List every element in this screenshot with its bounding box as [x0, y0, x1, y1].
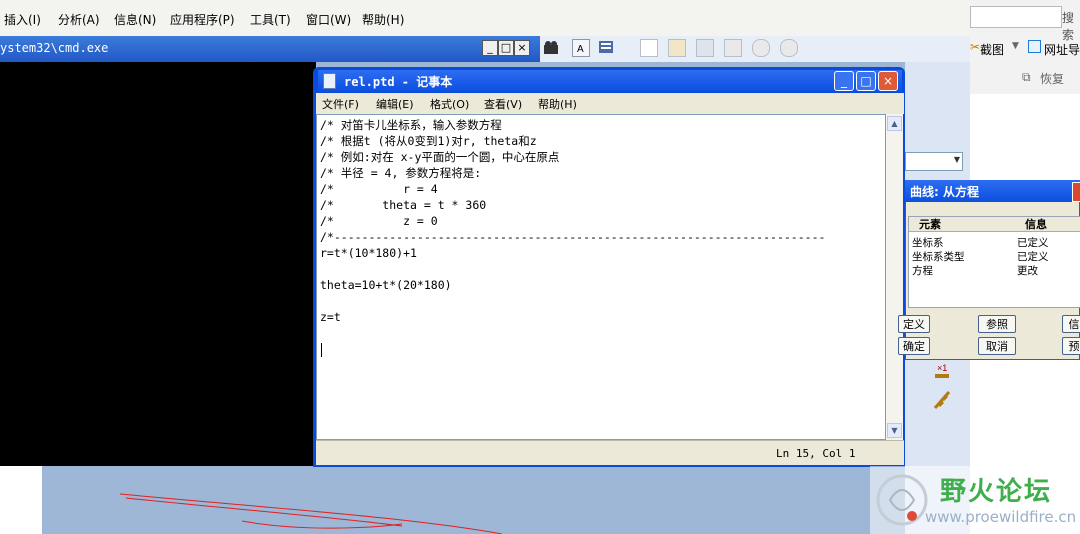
new-file-icon[interactable] — [640, 39, 658, 57]
text-line: /*--------------------------------------… — [320, 230, 826, 244]
ok-button[interactable]: 确定 — [898, 337, 930, 355]
text-line: z=t — [320, 310, 341, 324]
browser-search-label[interactable]: 搜索 — [1062, 9, 1080, 43]
forum-watermark: 野火论坛 www.proewildfire.cn — [870, 466, 1080, 534]
cursor-position: Ln 15, Col 1 — [776, 447, 856, 460]
notepad-statusbar: Ln 15, Col 1 — [316, 440, 904, 465]
text-line: theta=10+t*(20*180) — [320, 278, 452, 292]
row-info-2: 已定义 — [1017, 251, 1049, 263]
maximize-button[interactable]: □ — [856, 71, 876, 91]
text-line: /* theta = t * 360 — [320, 198, 487, 212]
row-info-3: 更改 — [1017, 265, 1038, 277]
proe-toolbar: A — [540, 36, 970, 62]
curve-preview — [119, 493, 503, 534]
notepad-text-area[interactable]: /* 对笛卡儿坐标系，输入参数方程 /* 根据t (将从0变到1)对r, thet… — [316, 114, 886, 440]
notepad-menubar: 文件(F) 编辑(E) 格式(O) 查看(V) 帮助(H) — [316, 93, 904, 114]
text-line: /* 例如:对在 x-y平面的一个圆，中心在原点 — [320, 150, 560, 164]
menu-help[interactable]: 帮助(H) — [362, 11, 404, 28]
cancel-button[interactable]: 取消 — [978, 337, 1016, 355]
svg-text:×1: ×1 — [937, 363, 947, 373]
text-line: /* z = 0 — [320, 214, 438, 228]
notepad-content[interactable]: /* 对笛卡儿坐标系，输入参数方程 /* 根据t (将从0变到1)对r, thet… — [317, 115, 885, 357]
element-table: 元素 信息 坐标系 已定义 坐标系类型 已定义 方程 更改 — [908, 216, 1080, 308]
forum-url: www.proewildfire.cn — [925, 508, 1077, 526]
text-line: /* r = 4 — [320, 182, 438, 196]
dialog-titlebar[interactable]: 曲线: 从方程 — [905, 180, 1080, 202]
chevron-down-icon[interactable]: ▼ — [1012, 41, 1019, 51]
menu-edit[interactable]: 编辑(E) — [376, 96, 414, 112]
row-element-2[interactable]: 坐标系类型 — [912, 249, 965, 264]
dialog-close-button[interactable] — [1072, 182, 1080, 202]
cmd-console[interactable] — [0, 62, 316, 466]
menu-file[interactable]: 文件(F) — [322, 96, 359, 112]
annotation-icon[interactable]: A — [572, 39, 590, 57]
restore-button[interactable]: 恢复 — [1040, 70, 1064, 87]
text-line — [320, 261, 885, 277]
menu-help[interactable]: 帮助(H) — [538, 96, 577, 112]
camera-icon[interactable] — [542, 39, 560, 57]
email-icon[interactable] — [752, 39, 770, 57]
row-info-1: 已定义 — [1017, 237, 1049, 249]
define-button[interactable]: 定义 — [898, 315, 930, 333]
open-folder-icon[interactable] — [668, 39, 686, 57]
menu-tools[interactable]: 工具(T) — [250, 11, 291, 28]
text-caret — [321, 343, 322, 357]
notepad-titlebar[interactable]: rel.ptd - 记事本 _ □ × — [318, 70, 902, 92]
scroll-down-arrow[interactable]: ▼ — [887, 423, 902, 438]
menu-applications[interactable]: 应用程序(P) — [170, 11, 235, 28]
reference-button[interactable]: 参照 — [978, 315, 1016, 333]
close-button[interactable]: × — [878, 71, 898, 91]
display-settings-icon[interactable] — [598, 39, 616, 57]
dialog-title: 曲线: 从方程 — [910, 185, 979, 199]
url-nav-button[interactable]: 网址导 — [1044, 41, 1080, 58]
minimize-button[interactable]: _ — [834, 71, 854, 91]
vertical-scrollbar[interactable]: ▲ ▼ — [886, 114, 903, 440]
menu-analysis[interactable]: 分析(A) — [58, 11, 100, 28]
notepad-icon — [323, 73, 336, 89]
scroll-up-arrow[interactable]: ▲ — [887, 116, 902, 131]
screenshot-button[interactable]: 截图 — [980, 41, 1004, 58]
proe-menubar: 插入(I) 分析(A) 信息(N) 应用程序(P) 工具(T) 窗口(W) 帮助… — [0, 0, 970, 37]
cmd-title-text: ystem32\cmd.exe — [0, 41, 109, 55]
col-info-header: 信息 — [1017, 217, 1080, 232]
menu-window[interactable]: 窗口(W) — [306, 11, 351, 28]
text-line: /* 对笛卡儿坐标系，输入参数方程 — [320, 118, 502, 132]
text-line — [320, 325, 885, 341]
col-element-header: 元素 — [909, 217, 1017, 232]
cmd-close-button[interactable]: × — [514, 40, 530, 56]
constraint-icons[interactable]: ×1 — [931, 360, 953, 412]
ie-icon — [1028, 40, 1041, 53]
screenshot-icon[interactable]: ✂ — [970, 40, 980, 54]
info-button[interactable]: 信 — [1062, 315, 1080, 333]
notepad-title: rel.ptd - 记事本 — [344, 75, 453, 89]
selection-filter-dropdown[interactable]: ▼ — [905, 152, 963, 171]
preview-button[interactable]: 预 — [1062, 337, 1080, 355]
text-line: /* 根据t (将从0变到1)对r, theta和z — [320, 134, 537, 148]
restore-icon[interactable]: ⧉ — [1022, 70, 1031, 85]
text-line — [320, 293, 885, 309]
text-line — [320, 341, 885, 357]
menu-view[interactable]: 查看(V) — [484, 96, 522, 112]
proe-left-strip — [0, 466, 43, 534]
save-icon[interactable] — [696, 39, 714, 57]
svg-text:A: A — [577, 44, 584, 55]
send-icon[interactable] — [780, 39, 798, 57]
menu-insert[interactable]: 插入(I) — [4, 11, 41, 28]
text-line: /* 半径 = 4, 参数方程将是: — [320, 166, 482, 180]
proe-graphics-area[interactable] — [42, 466, 902, 534]
row-element-3[interactable]: 方程 — [912, 263, 933, 278]
print-icon[interactable] — [724, 39, 742, 57]
menu-info[interactable]: 信息(N) — [114, 11, 156, 28]
row-element-1[interactable]: 坐标系 — [912, 235, 944, 250]
forum-name: 野火论坛 — [940, 477, 1053, 507]
cmd-maximize-button[interactable]: □ — [498, 40, 514, 56]
cmd-minimize-button[interactable]: _ — [482, 40, 498, 56]
forum-logo-icon — [876, 474, 928, 526]
browser-search-input[interactable] — [970, 6, 1062, 28]
chevron-down-icon: ▼ — [953, 155, 960, 164]
text-line: r=t*(10*180)+1 — [320, 246, 417, 260]
menu-format[interactable]: 格式(O) — [430, 96, 469, 112]
cmd-titlebar[interactable]: ystem32\cmd.exe _ □ × — [0, 36, 540, 62]
